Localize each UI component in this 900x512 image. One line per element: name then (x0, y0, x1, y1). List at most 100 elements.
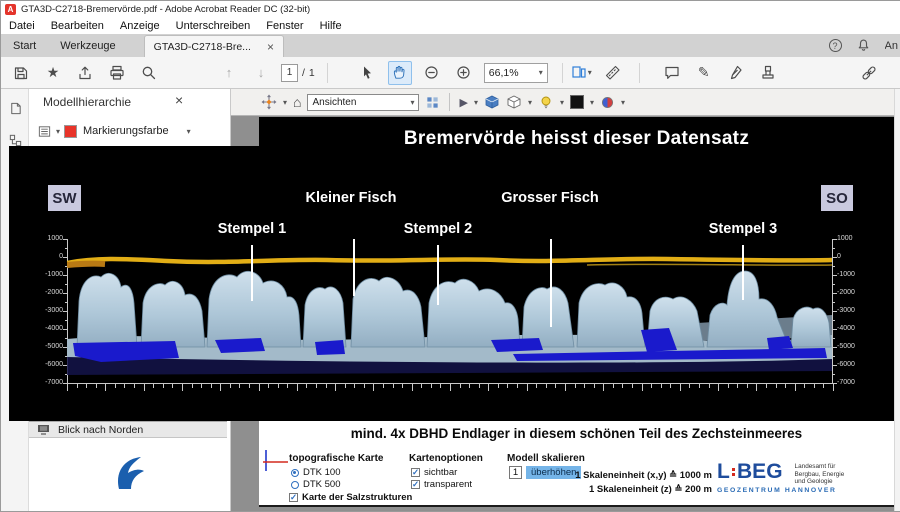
dtk500-label: DTK 500 (303, 479, 341, 490)
menu-hilfe[interactable]: Hilfe (312, 20, 350, 32)
scale-xy-text: 1 Skaleneinheit (x,y) ≙ 1000 m (575, 469, 712, 483)
chevron-down-icon[interactable]: ▾ (560, 98, 564, 107)
toolbar-separator (449, 93, 450, 111)
dtk100-radio[interactable]: DTK 100 (291, 467, 341, 478)
bell-icon[interactable] (855, 37, 872, 54)
scale-legend: 1 Skaleneinheit (x,y) ≙ 1000 m 1 Skalene… (575, 469, 712, 496)
checkbox-icon: ✓ (289, 493, 298, 502)
save-button[interactable] (9, 61, 33, 85)
chevron-down-icon[interactable]: ▾ (621, 98, 625, 107)
page-display-button[interactable]: ▾ (569, 61, 593, 85)
model-tree-toggle-icon[interactable] (425, 93, 440, 111)
lbeg-logo: L BEG Landesamt für Bergbau, Energie und… (717, 461, 844, 486)
coordinate-axis-icon (261, 447, 291, 473)
3d-canvas[interactable] (259, 117, 894, 421)
chevron-down-icon: ▾ (187, 127, 191, 136)
chevron-down-icon[interactable]: ▾ (474, 98, 478, 107)
page-caption: mind. 4x DBHD Endlager in diesem schönen… (259, 421, 894, 447)
salt-map-checkbox[interactable]: ✓ Karte der Salzstrukturen (289, 492, 412, 503)
previous-page-button[interactable]: ↑ (217, 61, 241, 85)
panel-close-icon[interactable]: × (175, 92, 183, 108)
model-views-cube-icon[interactable] (506, 93, 522, 111)
share-link-icon[interactable] (857, 61, 881, 85)
rotate-navigate-icon[interactable] (261, 93, 277, 111)
chevron-down-icon[interactable]: ▾ (528, 98, 532, 107)
transparent-checkbox[interactable]: ✓transparent (411, 479, 472, 490)
play-animation-icon[interactable]: ▶ (459, 93, 467, 111)
radio-icon (291, 481, 299, 489)
map-options-title: Kartenoptionen (409, 453, 483, 464)
select-tool-button[interactable] (356, 61, 380, 85)
3d-canvas-overlay[interactable] (9, 146, 259, 421)
marker-color-row[interactable]: ▾ Markierungsfarbe ▾ (29, 119, 230, 143)
measure-tool-button[interactable] (601, 61, 625, 85)
hand-tool-button[interactable] (388, 61, 412, 85)
render-mode-cube-icon[interactable] (484, 93, 500, 111)
default-view-home-icon[interactable]: ⌂ (293, 93, 301, 111)
list-icon (37, 124, 52, 139)
tab-werkzeuge[interactable]: Werkzeuge (48, 34, 127, 57)
highlight-pencil-button[interactable]: ✎ (692, 61, 716, 85)
search-icon[interactable] (137, 61, 161, 85)
menu-bearbeiten[interactable]: Bearbeiten (43, 20, 112, 32)
view-north-label: Blick nach Norden (58, 424, 143, 436)
print-button[interactable] (105, 61, 129, 85)
chevron-down-icon: ▾ (56, 127, 60, 136)
help-icon[interactable]: ? (829, 39, 842, 52)
vertical-scrollbar[interactable] (894, 89, 900, 511)
zoom-level-select[interactable]: 66,1% ▾ (484, 63, 548, 83)
chevron-down-icon: ▾ (410, 98, 414, 107)
geozentrum-logo-icon (113, 453, 147, 491)
zoom-out-button[interactable] (420, 61, 444, 85)
lbeg-org-text: Landesamt für Bergbau, Energie und Geolo… (795, 461, 845, 486)
tab-close-icon[interactable]: × (267, 41, 274, 53)
views-select-value: Ansichten (312, 97, 356, 108)
sign-in-link[interactable]: An (885, 40, 898, 52)
view-monitor-icon (37, 423, 51, 436)
menu-bar: Datei Bearbeiten Anzeige Unterschreiben … (1, 17, 900, 34)
next-page-button[interactable]: ↓ (249, 61, 273, 85)
lbeg-red-dots-icon (732, 468, 735, 477)
chevron-down-icon[interactable]: ▾ (590, 98, 594, 107)
stamp-tool-button[interactable] (756, 61, 780, 85)
tab-document[interactable]: GTA3D-C2718-Bre... × (144, 35, 284, 58)
chevron-down-icon: ▾ (539, 68, 543, 77)
transparent-label: transparent (424, 479, 472, 490)
fill-sign-pen-button[interactable] (724, 61, 748, 85)
tabbar-right-cluster: ? An (829, 37, 900, 54)
tab-start[interactable]: Start (1, 34, 48, 57)
acrobat-window: A GTA3D-C2718-Bremervörde.pdf - Adobe Ac… (0, 0, 900, 512)
radio-icon (291, 469, 299, 477)
window-title: GTA3D-C2718-Bremervörde.pdf - Adobe Acro… (21, 4, 310, 15)
menu-fenster[interactable]: Fenster (258, 20, 311, 32)
dtk100-label: DTK 100 (303, 467, 341, 478)
views-select[interactable]: Ansichten ▾ (307, 94, 419, 111)
scale-z-text: 1 Skaleneinheit (z) ≙ 200 m (575, 483, 712, 497)
comment-tool-button[interactable] (660, 61, 684, 85)
background-color-swatch[interactable] (570, 95, 584, 109)
menu-anzeige[interactable]: Anzeige (112, 20, 168, 32)
topo-map-title: topografische Karte (289, 453, 383, 464)
scale-value-input[interactable]: 1 (509, 466, 522, 479)
page-number-input[interactable]: 1 (281, 64, 298, 82)
share-button[interactable] (73, 61, 97, 85)
lighting-icon[interactable] (538, 93, 554, 111)
visible-checkbox[interactable]: ✓sichtbar (411, 467, 457, 478)
salt-map-label: Karte der Salzstrukturen (302, 492, 412, 503)
model-scale-title: Modell skalieren (507, 453, 585, 464)
menu-unterschreiben[interactable]: Unterschreiben (168, 20, 259, 32)
exaggerate-button[interactable]: überhöhen (526, 466, 581, 479)
page-separator: / (302, 67, 305, 79)
panel-header: Modellhierarchie × (29, 89, 230, 115)
marker-color-swatch[interactable] (64, 125, 77, 138)
cross-section-icon[interactable] (600, 93, 615, 111)
page-total: 1 (309, 67, 315, 79)
menu-datei[interactable]: Datei (1, 20, 43, 32)
bookmarks-panel-icon[interactable] (6, 99, 24, 117)
favorite-star-button[interactable]: ★ (41, 61, 65, 85)
chevron-down-icon[interactable]: ▾ (283, 98, 287, 107)
view-north-item[interactable]: Blick nach Norden (29, 421, 227, 438)
tab-document-label: GTA3D-C2718-Bre... (154, 41, 251, 53)
dtk500-radio[interactable]: DTK 500 (291, 479, 341, 490)
zoom-in-button[interactable] (452, 61, 476, 85)
